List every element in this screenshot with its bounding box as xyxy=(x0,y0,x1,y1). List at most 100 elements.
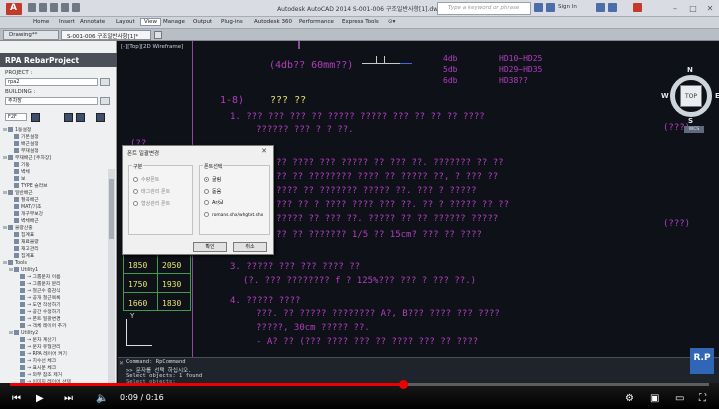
search-icon[interactable] xyxy=(534,3,543,12)
file-tab-active[interactable]: S-001-006 구조일반사항[1]* xyxy=(61,30,151,40)
video-scrubber-handle[interactable] xyxy=(399,380,408,389)
palette-tree: ⊟ 1동설정 기본설정 배근설정 부재설정 ⊟ 부재배근 [주차장] 기둥 벽체 보 TYPE 슬라… xyxy=(3,127,107,385)
tree-item[interactable]: ⊟ Utility2 xyxy=(9,330,38,337)
project-open-button[interactable] xyxy=(100,78,110,86)
viewcube-west[interactable]: W xyxy=(661,92,669,100)
cart-icon[interactable] xyxy=(608,3,617,12)
tree-item[interactable]: ⊟ 부재배근 [주차장] xyxy=(3,155,51,162)
project-select[interactable]: rpa2 xyxy=(5,78,98,86)
dialog-close-icon[interactable]: ✕ xyxy=(261,147,267,155)
command-line[interactable]: ✕ Command: RpCommand >> 문자를 선택 하십시오. Sel… xyxy=(118,357,719,385)
settings-gear-icon[interactable]: ⚙ xyxy=(625,393,634,405)
tree-item[interactable]: MAT/기초 xyxy=(9,204,41,211)
ribbon-tab[interactable]: View xyxy=(140,18,162,26)
tree-item[interactable]: 부재설정 xyxy=(9,148,39,155)
bar-range-2: HD29~HD35 xyxy=(499,65,543,74)
tree-item[interactable]: ⊟ 일반배근 xyxy=(3,190,33,197)
ribbon-tab[interactable]: Output xyxy=(193,19,212,25)
tree-item[interactable]: 벽체 xyxy=(9,169,30,176)
building-open-button[interactable] xyxy=(100,97,110,105)
tree-item[interactable]: 집계표 xyxy=(9,232,34,239)
viewport-controls[interactable]: [-][Top][2D Wireframe] xyxy=(121,44,183,50)
ribbon-tab[interactable]: Performance xyxy=(299,19,334,25)
palette-scrollbar[interactable] xyxy=(108,169,115,409)
minimize-button[interactable]: – xyxy=(668,3,682,14)
radio-shape-font[interactable]: 형상관리 폰트 xyxy=(133,200,170,207)
command-close-icon[interactable]: ✕ xyxy=(119,360,124,367)
tree-item[interactable]: 보 xyxy=(9,176,25,183)
tree-item[interactable]: → 공개 철근목록 xyxy=(15,295,61,302)
sign-in-link[interactable]: Sign In xyxy=(558,4,577,10)
tree-item[interactable]: → 폰트 일괄변경 xyxy=(15,316,61,323)
ok-button[interactable]: 확인 xyxy=(193,242,227,252)
tree-item[interactable]: 재고관리 xyxy=(9,246,39,253)
radio-quantity-font[interactable]: 수량폰트 xyxy=(133,176,159,183)
fullscreen-icon[interactable]: ⛶ xyxy=(699,393,706,405)
workspace-tab[interactable]: Drawing** xyxy=(3,30,59,40)
viewcube-east[interactable]: E xyxy=(715,92,719,100)
tree-item[interactable]: → 문자 계산기 xyxy=(15,337,56,344)
ribbon-tab[interactable]: Express Tools xyxy=(342,19,379,25)
ribbon-tab[interactable]: Plug-ins xyxy=(221,19,243,25)
tree-item[interactable]: → 문자 유형관리 xyxy=(15,344,61,351)
toolbar-delete-icon[interactable] xyxy=(76,113,85,122)
tree-item[interactable]: 개구부보강 xyxy=(9,211,43,218)
ribbon-options-icon[interactable]: ⊙▾ xyxy=(388,19,395,25)
miniplayer-icon[interactable]: ▣ xyxy=(650,393,659,405)
tree-item[interactable]: → RPA 레이어 켜기 xyxy=(15,351,67,358)
radio-tag-font[interactable]: 태그관리 폰트 xyxy=(133,188,170,195)
floor-select[interactable]: F2F xyxy=(5,113,27,121)
tree-item[interactable]: 벽체배근 xyxy=(9,218,39,225)
tree-item[interactable]: → 그룹문자 분리 xyxy=(15,281,61,288)
new-tab-icon[interactable] xyxy=(154,31,162,39)
close-window-button[interactable]: ✕ xyxy=(703,3,717,14)
tree-item[interactable]: ⊟ 물량산출 xyxy=(3,225,33,232)
tree-item[interactable]: → 공간 수정하기 xyxy=(15,309,61,316)
ribbon-tab[interactable]: Annotate xyxy=(80,19,105,25)
volume-icon[interactable]: 🔈 xyxy=(96,393,108,405)
tree-item[interactable]: 집계표 xyxy=(9,253,34,260)
tree-item[interactable]: ⊟ Utility1 xyxy=(9,267,38,274)
tree-item[interactable]: 절곡배근 xyxy=(9,197,39,204)
ribbon-tab[interactable]: Layout xyxy=(116,19,135,25)
theater-mode-icon[interactable]: ▭ xyxy=(675,393,684,405)
tree-item[interactable]: 재료물량 xyxy=(9,239,39,246)
ribbon-tab[interactable]: Autodesk 360 xyxy=(254,19,292,25)
viewcube-top-face[interactable]: TOP xyxy=(680,85,702,107)
ribbon-tab[interactable]: Manage xyxy=(163,19,185,25)
play-icon[interactable]: ▶ xyxy=(36,393,44,405)
toolbar-window-icon[interactable] xyxy=(64,113,73,122)
maximize-button[interactable]: □ xyxy=(686,3,700,14)
tree-item[interactable]: ⊟ Tools xyxy=(3,260,27,267)
tree-item[interactable]: 기둥 xyxy=(9,162,30,169)
cancel-button[interactable]: 취소 xyxy=(233,242,267,252)
toolbar-grid-icon[interactable] xyxy=(31,113,40,122)
ribbon-tab[interactable]: Insert xyxy=(59,19,75,25)
radio-font-gulim[interactable]: 굴림 xyxy=(204,176,221,183)
tree-item[interactable]: → 외부 참조 제거 xyxy=(15,372,62,379)
next-icon[interactable]: ⏭ xyxy=(64,393,73,405)
toolbar-settings-icon[interactable] xyxy=(96,113,105,122)
tree-item[interactable]: 배근설정 xyxy=(9,141,39,148)
help-icon[interactable] xyxy=(633,3,642,12)
tree-item[interactable]: ⊟ 1동설정 xyxy=(3,127,31,134)
ribbon-tab[interactable]: Home xyxy=(33,19,49,25)
exchange-icon[interactable] xyxy=(596,3,605,12)
radio-font-romans[interactable]: romans.shx/whgtxt.shx xyxy=(204,212,263,218)
tree-item[interactable]: 기본설정 xyxy=(9,134,39,141)
radio-font-dotum[interactable]: 돋움 xyxy=(204,188,221,195)
building-select[interactable]: 주차장 xyxy=(5,97,98,105)
tree-item[interactable]: → 철근수 증감식 xyxy=(15,288,61,295)
tree-item[interactable]: → 치수선 체크 xyxy=(15,358,56,365)
tree-item[interactable]: → 도면 작성하기 xyxy=(15,302,61,309)
tree-item[interactable]: → 그룹문자 이름 xyxy=(15,274,61,281)
previous-icon[interactable]: ⏮ xyxy=(12,393,21,405)
viewcube-north[interactable]: N xyxy=(687,66,693,74)
user-icon[interactable] xyxy=(546,3,555,12)
tree-item[interactable]: → 객체 레이어 추가 xyxy=(15,323,67,330)
search-input[interactable]: Type a keyword or phrase xyxy=(437,2,531,15)
tree-item[interactable]: TYPE 슬라브 xyxy=(9,183,48,190)
viewcube-south[interactable]: S xyxy=(688,117,693,125)
wcs-menu[interactable]: WCS xyxy=(684,126,704,133)
tree-item[interactable]: → 표시문 체크 xyxy=(15,365,56,372)
